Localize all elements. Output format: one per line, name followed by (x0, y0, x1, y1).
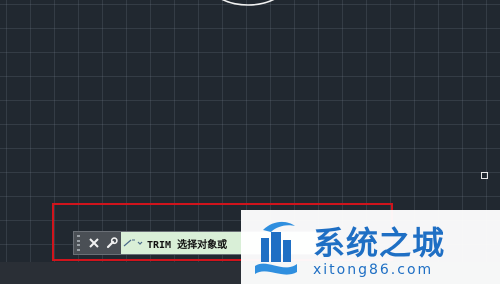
command-prompt-icon[interactable] (121, 238, 147, 248)
close-icon[interactable] (85, 232, 103, 254)
castle-logo-icon (255, 221, 297, 275)
command-prompt-text: TRIM 选择对象或 (147, 239, 228, 251)
drag-handle-grip[interactable] (77, 235, 85, 251)
wrench-icon[interactable] (103, 232, 121, 254)
watermark-url: xitong86.com (313, 262, 434, 278)
watermark-title: 系统之城 (313, 224, 446, 262)
cursor-pickbox (481, 172, 488, 179)
circle-drawing-object[interactable] (198, 0, 298, 20)
watermark-logo: 系统之城 xitong86.com (241, 210, 500, 284)
